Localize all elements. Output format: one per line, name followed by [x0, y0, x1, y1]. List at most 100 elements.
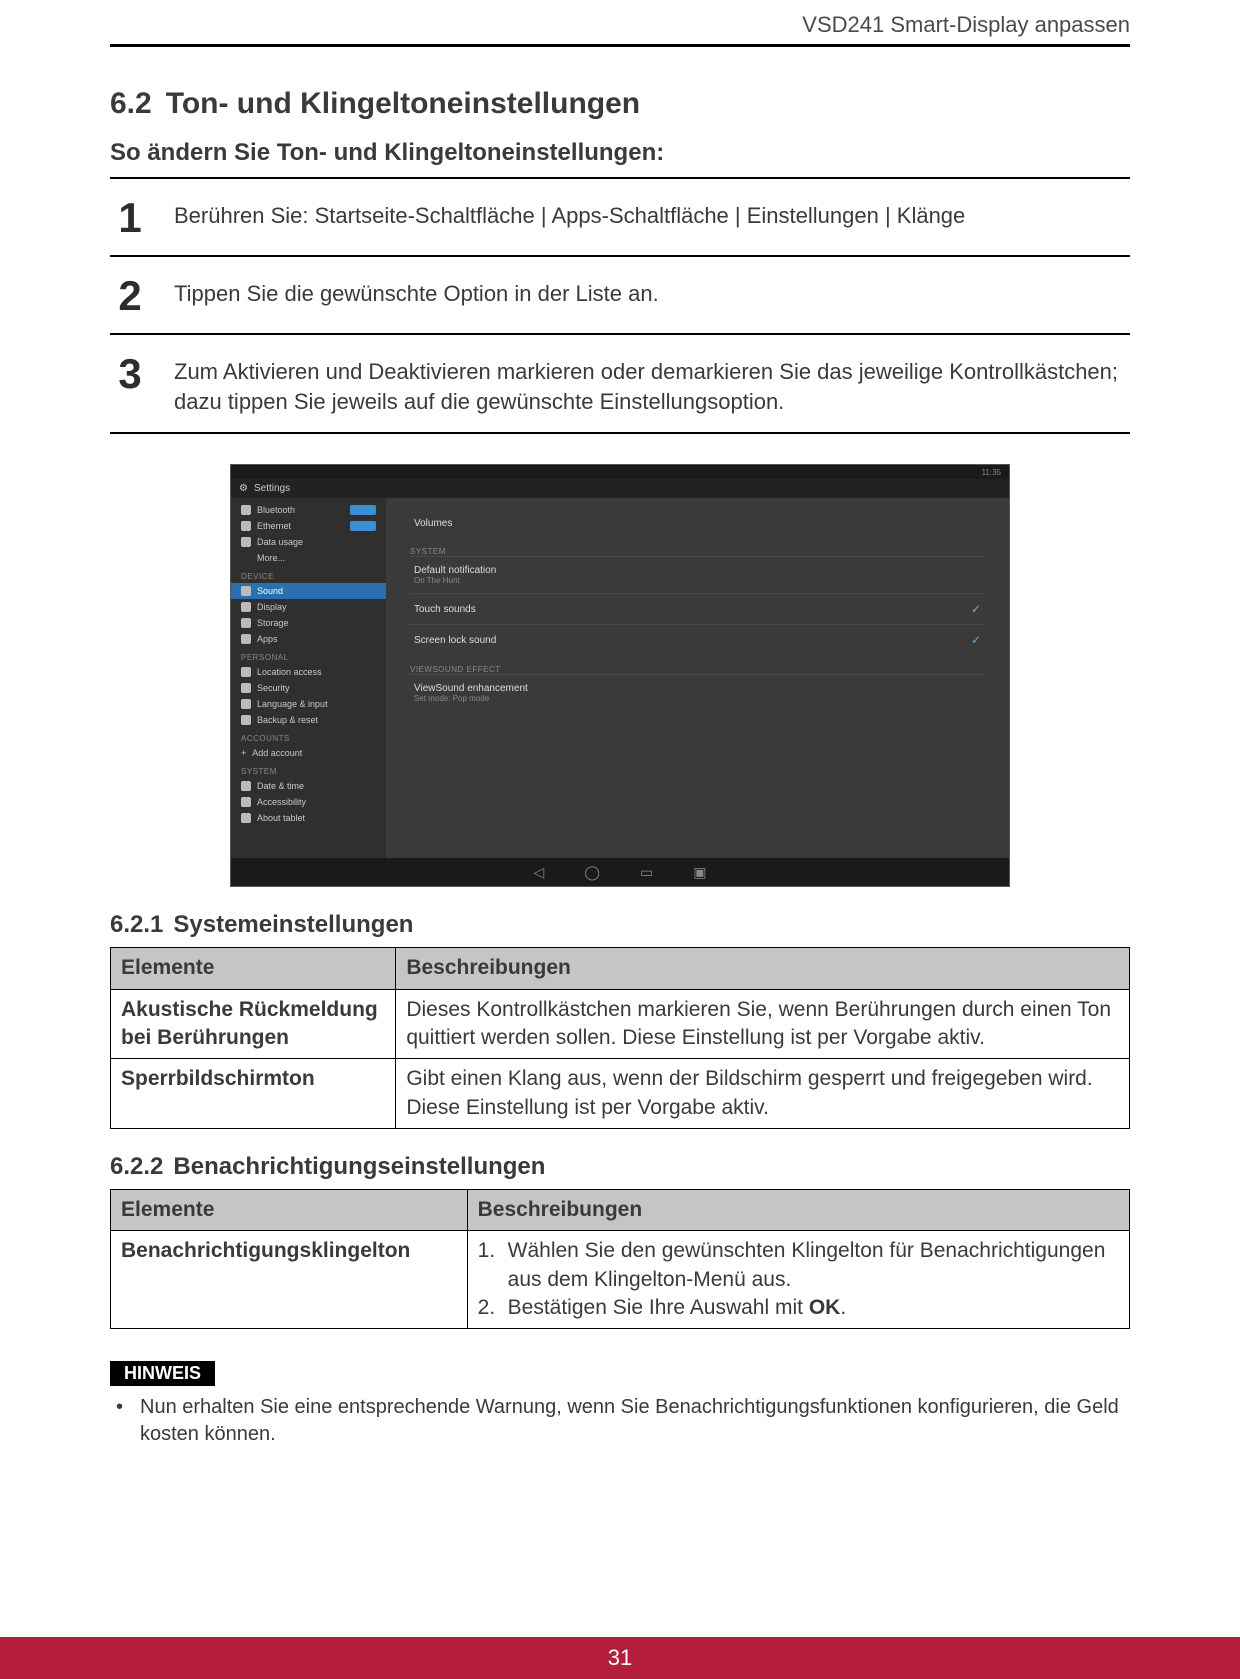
- main-category-viewsound: VIEWSOUND EFFECT: [410, 655, 985, 674]
- sidebar-item-label: Storage: [257, 618, 289, 628]
- plus-icon: +: [241, 748, 246, 758]
- home-icon[interactable]: ◯: [584, 864, 600, 881]
- row-sublabel: On The Hunt: [414, 576, 496, 585]
- notification-settings-table: Elemente Beschreibungen Benachrichtigung…: [110, 1189, 1130, 1329]
- row-label: Screen lock sound: [414, 635, 496, 646]
- checkmark-icon[interactable]: ✓: [971, 602, 981, 616]
- table-cell-description: Dieses Kontrollkästchen markieren Sie, w…: [396, 989, 1130, 1059]
- sidebar-item-add-account[interactable]: + Add account: [231, 745, 386, 761]
- sidebar-item-about[interactable]: About tablet: [231, 810, 386, 826]
- table-cell-element: Sperrbildschirmton: [111, 1059, 396, 1129]
- sidebar-item-label: Location access: [257, 667, 322, 677]
- row-touch-sounds[interactable]: Touch sounds✓: [410, 593, 985, 624]
- section-heading: 6.2Ton- und Klingeltoneinstellungen: [110, 87, 1130, 121]
- table-header-elements: Elemente: [111, 1190, 468, 1231]
- sidebar-item-location[interactable]: Location access: [231, 664, 386, 680]
- sidebar-item-language[interactable]: Language & input: [231, 696, 386, 712]
- sidebar-item-sound[interactable]: Sound: [231, 583, 386, 599]
- clock-icon: [241, 781, 251, 791]
- sidebar-item-label: Security: [257, 683, 290, 693]
- row-screen-lock-sound[interactable]: Screen lock sound ✓: [410, 624, 985, 655]
- recents-icon[interactable]: ▭: [640, 864, 653, 881]
- note-block: HINWEIS • Nun erhalten Sie eine entsprec…: [110, 1361, 1130, 1448]
- step-item: 3 Zum Aktivieren und Deaktivieren markie…: [110, 335, 1130, 434]
- row-viewsound[interactable]: ViewSound enhancement Set mode: Pop mode: [410, 674, 985, 711]
- sidebar-item-label: Data usage: [257, 537, 303, 547]
- subsection-number: 6.2.2: [110, 1153, 163, 1180]
- step-number: 1: [110, 195, 150, 239]
- table-row: Sperrbildschirmton Gibt einen Klang aus,…: [111, 1059, 1130, 1129]
- toggle-switch[interactable]: [350, 521, 376, 531]
- list-item-text: Wählen Sie den gewünschten Klingelton fü…: [508, 1237, 1119, 1294]
- bullet-icon: •: [116, 1394, 126, 1448]
- sidebar-item-label: More...: [257, 553, 285, 563]
- sidebar-item-apps[interactable]: Apps: [231, 631, 386, 647]
- checkmark-icon[interactable]: ✓: [971, 633, 981, 647]
- row-default-notification[interactable]: Default notification On The Hunt: [410, 556, 985, 593]
- sidebar-item-accessibility[interactable]: Accessibility: [231, 794, 386, 810]
- sound-icon: [241, 586, 251, 596]
- table-header-descriptions: Beschreibungen: [467, 1190, 1129, 1231]
- location-icon: [241, 667, 251, 677]
- subsection-heading: 6.2.2 Benachrichtigungseinstellungen: [110, 1153, 1130, 1181]
- step-item: 1 Berühren Sie: Startseite-Schaltfläche …: [110, 179, 1130, 257]
- sidebar-item-display[interactable]: Display: [231, 599, 386, 615]
- note-text: Nun erhalten Sie eine entsprechende Warn…: [140, 1394, 1130, 1448]
- step-text: Berühren Sie: Startseite-Schaltfläche | …: [174, 195, 965, 231]
- app-title: Settings: [254, 483, 290, 494]
- sidebar-item-label: Apps: [257, 634, 278, 644]
- app-title-row: ⚙ Settings: [231, 479, 1009, 498]
- display-icon: [241, 602, 251, 612]
- data-usage-icon: [241, 537, 251, 547]
- table-header-descriptions: Beschreibungen: [396, 948, 1130, 989]
- header-rule: [110, 44, 1130, 47]
- lock-icon: [241, 683, 251, 693]
- sidebar-item-more[interactable]: More...: [231, 550, 386, 566]
- row-volumes[interactable]: Volumes: [410, 510, 985, 537]
- sidebar-item-label: Date & time: [257, 781, 304, 791]
- status-time: 11:35: [982, 468, 1001, 477]
- subsection-title: Benachrichtigungseinstellungen: [173, 1153, 545, 1180]
- sidebar-category-accounts: ACCOUNTS: [231, 728, 386, 745]
- header-breadcrumb: VSD241 Smart-Display anpassen: [110, 12, 1130, 42]
- sidebar-item-storage[interactable]: Storage: [231, 615, 386, 631]
- sidebar-item-label: Bluetooth: [257, 505, 295, 515]
- sidebar-item-bluetooth[interactable]: Bluetooth: [231, 502, 386, 518]
- sidebar-category-personal: PERSONAL: [231, 647, 386, 664]
- list-item-text: Bestätigen Sie Ihre Auswahl mit OK.: [508, 1294, 1119, 1322]
- sidebar-item-label: Ethernet: [257, 521, 291, 531]
- row-label: Default notification: [414, 565, 496, 576]
- note-badge: HINWEIS: [110, 1361, 215, 1386]
- row-sublabel: Set mode: Pop mode: [414, 694, 528, 703]
- page-footer: 31: [0, 1637, 1240, 1679]
- status-bar: 11:35: [231, 465, 1009, 479]
- language-icon: [241, 699, 251, 709]
- sidebar-item-datetime[interactable]: Date & time: [231, 778, 386, 794]
- sidebar-item-label: Add account: [252, 748, 302, 758]
- table-cell-description: 1.Wählen Sie den gewünschten Klingelton …: [467, 1231, 1129, 1329]
- sidebar-item-security[interactable]: Security: [231, 680, 386, 696]
- steps-list: 1 Berühren Sie: Startseite-Schaltfläche …: [110, 177, 1130, 434]
- table-cell-description: Gibt einen Klang aus, wenn der Bildschir…: [396, 1059, 1130, 1129]
- storage-icon: [241, 618, 251, 628]
- sidebar-item-data-usage[interactable]: Data usage: [231, 534, 386, 550]
- step-item: 2 Tippen Sie die gewünschte Option in de…: [110, 257, 1130, 335]
- sidebar-item-label: Display: [257, 602, 287, 612]
- sidebar-item-ethernet[interactable]: Ethernet: [231, 518, 386, 534]
- backup-icon: [241, 715, 251, 725]
- step-number: 3: [110, 351, 150, 395]
- sidebar-item-label: Accessibility: [257, 797, 306, 807]
- screenshot-icon[interactable]: ▣: [693, 864, 706, 881]
- table-row: Benachrichtigungsklingelton 1.Wählen Sie…: [111, 1231, 1130, 1329]
- settings-icon: ⚙: [239, 483, 248, 494]
- info-icon: [241, 813, 251, 823]
- sidebar-item-label: About tablet: [257, 813, 305, 823]
- row-label: ViewSound enhancement: [414, 683, 528, 694]
- main-category-system: SYSTEM: [410, 537, 985, 556]
- ethernet-icon: [241, 521, 251, 531]
- settings-sidebar: Bluetooth Ethernet Data usage More... DE…: [231, 498, 386, 858]
- back-icon[interactable]: ◁: [534, 864, 545, 881]
- sidebar-item-backup[interactable]: Backup & reset: [231, 712, 386, 728]
- toggle-switch[interactable]: [350, 505, 376, 515]
- table-header-elements: Elemente: [111, 948, 396, 989]
